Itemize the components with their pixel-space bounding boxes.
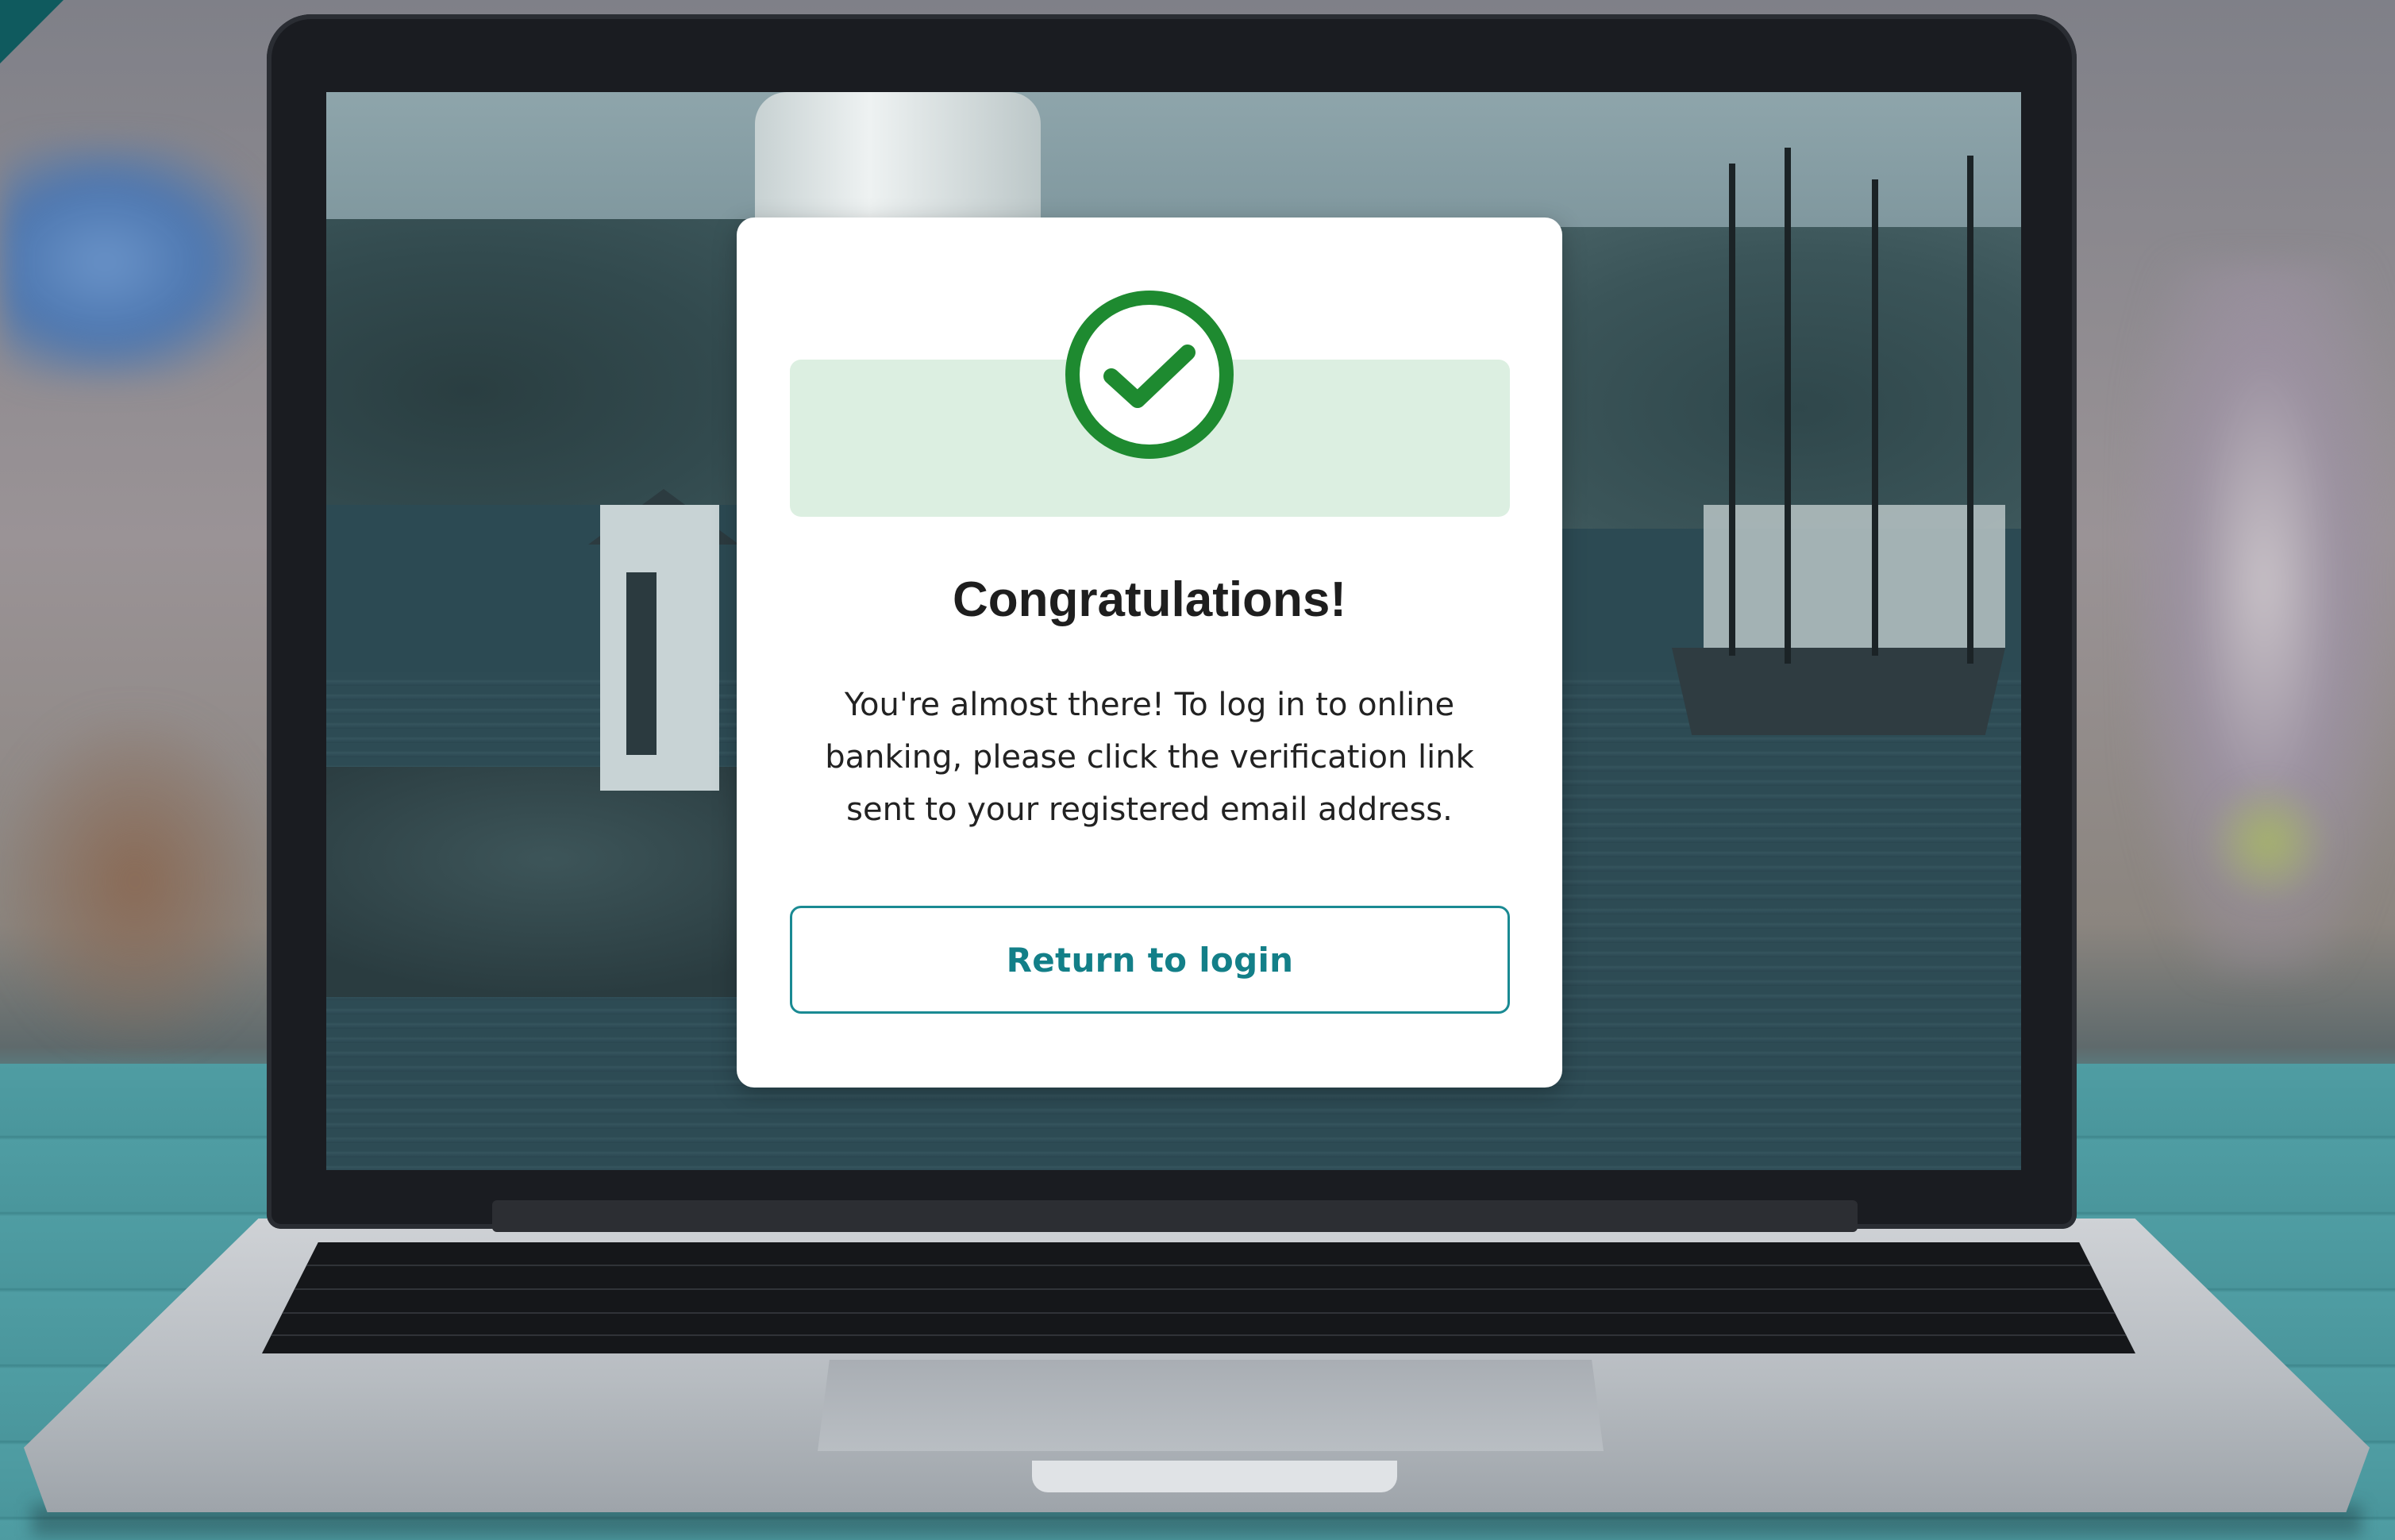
trackpad [818,1360,1604,1451]
keyboard [262,1242,2135,1353]
modal-message: You're almost there! To log in to online… [825,687,1474,828]
background-photo-mast [1967,156,1973,664]
corner-accent [0,0,64,64]
background-photo-trees-left [326,219,803,505]
background-photo-boat-hull [1672,648,2005,735]
background-photo-shed-door [626,572,657,755]
laptop-hinge [492,1200,1858,1232]
background-photo-shed [600,505,719,791]
return-to-login-button[interactable]: Return to login [790,906,1510,1014]
blurred-plant-right [2204,778,2331,905]
background-photo-mast [1729,164,1735,656]
background-photo-mast [1872,179,1878,656]
blurred-shelf-left [0,714,270,1048]
check-circle-icon [1065,291,1234,459]
background-photo-boat-cabin [1704,505,2005,648]
lid-notch [1032,1461,1397,1492]
background-photo-mast [1785,148,1791,664]
modal-title: Congratulations! [953,572,1346,627]
blurred-window-left [0,143,262,381]
